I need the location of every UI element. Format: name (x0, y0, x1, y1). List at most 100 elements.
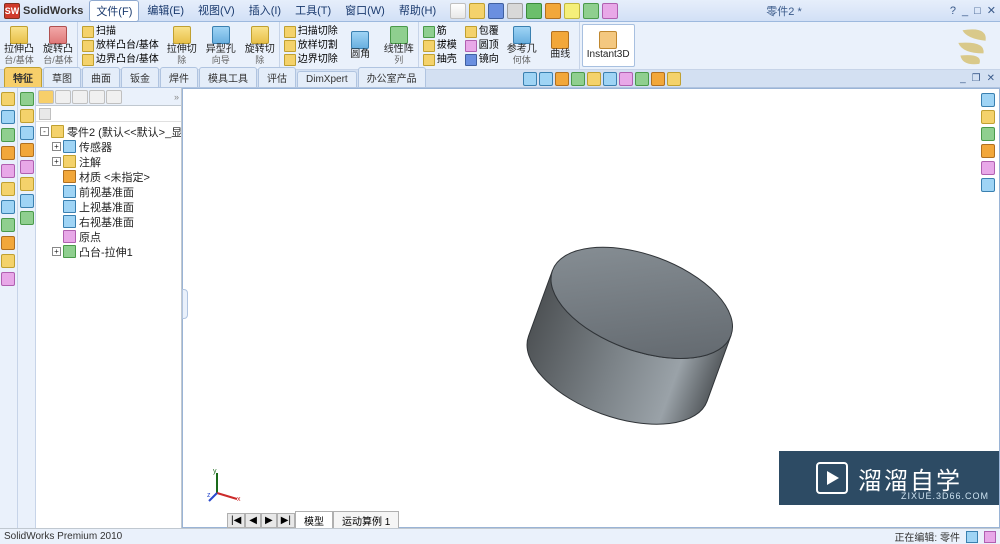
maximize-button[interactable]: □ (974, 5, 981, 17)
print-icon[interactable] (507, 3, 523, 19)
lt-icon-10[interactable] (1, 254, 15, 268)
doc-minimize-button[interactable]: _ (960, 73, 966, 84)
wrap-button[interactable]: 包覆 (463, 25, 501, 39)
tree-annotations[interactable]: +注解 (36, 154, 181, 169)
panel-tab-display-icon[interactable] (106, 90, 122, 104)
menu-help[interactable]: 帮助(H) (393, 0, 442, 22)
tree-top-plane[interactable]: 上视基准面 (36, 199, 181, 214)
tab-nav-next-icon[interactable]: ▶ (261, 513, 277, 528)
panel-tab-property-icon[interactable] (55, 90, 71, 104)
lt-icon-11[interactable] (1, 272, 15, 286)
menu-view[interactable]: 视图(V) (192, 0, 241, 22)
tab-evaluate[interactable]: 评估 (258, 67, 296, 87)
sweep-button[interactable]: 扫描 (80, 25, 161, 39)
lt-icon-4[interactable] (1, 146, 15, 160)
taskpane-resources-icon[interactable] (981, 93, 995, 107)
tree-sensors[interactable]: +传感器 (36, 139, 181, 154)
lt-icon-7[interactable] (1, 200, 15, 214)
open-icon[interactable] (469, 3, 485, 19)
help-icon[interactable]: ? (950, 5, 956, 17)
taskpane-view-palette-icon[interactable] (981, 144, 995, 158)
graphics-viewport[interactable]: _ ❐ ✕ (182, 88, 1000, 528)
tab-weldments[interactable]: 焊件 (160, 67, 198, 87)
tab-moldtools[interactable]: 模具工具 (199, 67, 257, 87)
view-settings-icon[interactable] (667, 72, 681, 86)
tab-surfaces[interactable]: 曲面 (82, 67, 120, 87)
zoom-area-icon[interactable] (539, 72, 553, 86)
tab-sheetmetal[interactable]: 钣金 (121, 67, 159, 87)
lt2-icon-3[interactable] (20, 126, 34, 140)
lt2-icon-6[interactable] (20, 177, 34, 191)
tab-model[interactable]: 模型 (295, 511, 333, 529)
zoom-fit-icon[interactable] (523, 72, 537, 86)
hide-show-icon[interactable] (619, 72, 633, 86)
draft-button[interactable]: 拔模 (421, 39, 459, 53)
tab-features[interactable]: 特征 (4, 67, 42, 87)
tab-nav-prev-icon[interactable]: ◀ (245, 513, 261, 528)
tab-nav-first-icon[interactable]: |◀ (227, 513, 245, 528)
filter-icon[interactable] (39, 108, 51, 120)
extrude-cut-button[interactable]: 拉伸切除 (163, 22, 202, 69)
status-icon-2[interactable] (984, 531, 996, 543)
tree-origin[interactable]: 原点 (36, 229, 181, 244)
lt-icon-3[interactable] (1, 128, 15, 142)
display-style-icon[interactable] (603, 72, 617, 86)
curves-button[interactable]: 曲线 (542, 22, 580, 69)
appearance-icon[interactable] (635, 72, 649, 86)
lt-icon-6[interactable] (1, 182, 15, 196)
undo-icon[interactable] (526, 3, 542, 19)
options-icon[interactable] (602, 3, 618, 19)
lt-icon-2[interactable] (1, 110, 15, 124)
boundary-cut-button[interactable]: 边界切除 (282, 53, 340, 67)
menu-file[interactable]: 文件(F) (89, 0, 139, 22)
save-icon[interactable] (488, 3, 504, 19)
lt2-icon-7[interactable] (20, 194, 34, 208)
tab-office[interactable]: 办公室产品 (358, 67, 426, 87)
fillet-button[interactable]: 圆角 (342, 22, 380, 69)
revolve-boss-button[interactable]: 旋转凸台/基体 (39, 22, 78, 69)
lt2-icon-1[interactable] (20, 92, 34, 106)
section-view-icon[interactable] (571, 72, 585, 86)
lt-icon-8[interactable] (1, 218, 15, 232)
lt2-icon-4[interactable] (20, 143, 34, 157)
prev-view-icon[interactable] (555, 72, 569, 86)
rib-button[interactable]: 筋 (421, 25, 459, 39)
lt-icon-1[interactable] (1, 92, 15, 106)
taskpane-appearances-icon[interactable] (981, 161, 995, 175)
dome-button[interactable]: 圆顶 (463, 39, 501, 53)
taskpane-library-icon[interactable] (981, 110, 995, 124)
loft-cut-button[interactable]: 放样切割 (282, 39, 340, 53)
tab-nav-last-icon[interactable]: ▶| (277, 513, 295, 528)
lt-icon-5[interactable] (1, 164, 15, 178)
sweep-cut-button[interactable]: 扫描切除 (282, 25, 340, 39)
status-icon-1[interactable] (966, 531, 978, 543)
doc-close-button[interactable]: ✕ (987, 73, 995, 84)
linear-pattern-button[interactable]: 线性阵列 (380, 22, 419, 69)
tree-extrude-1[interactable]: +凸台-拉伸1 (36, 244, 181, 259)
taskpane-explorer-icon[interactable] (981, 127, 995, 141)
tab-dimxpert[interactable]: DimXpert (297, 71, 357, 87)
lt2-icon-8[interactable] (20, 211, 34, 225)
menu-insert[interactable]: 插入(I) (243, 0, 287, 22)
boundary-boss-button[interactable]: 边界凸台/基体 (80, 53, 161, 67)
mirror-button[interactable]: 镜向 (463, 53, 501, 67)
hole-wizard-button[interactable]: 异型孔向导 (202, 22, 241, 69)
ref-geom-button[interactable]: 参考几何体 (503, 22, 542, 69)
lt-icon-9[interactable] (1, 236, 15, 250)
view-orientation-icon[interactable] (587, 72, 601, 86)
menu-tools[interactable]: 工具(T) (289, 0, 337, 22)
panel-tab-feature-tree-icon[interactable] (38, 90, 54, 104)
new-icon[interactable] (450, 3, 466, 19)
tree-material[interactable]: 材质 <未指定> (36, 169, 181, 184)
taskpane-properties-icon[interactable] (981, 178, 995, 192)
tree-root[interactable]: -零件2 (默认<<默认>_显示状态 (36, 124, 181, 139)
tab-motion-study[interactable]: 运动算例 1 (333, 511, 399, 529)
tree-front-plane[interactable]: 前视基准面 (36, 184, 181, 199)
minimize-button[interactable]: _ (962, 5, 968, 17)
doc-restore-button[interactable]: ❐ (972, 73, 981, 84)
scene-icon[interactable] (651, 72, 665, 86)
panel-tab-config-icon[interactable] (72, 90, 88, 104)
instant3d-button[interactable]: Instant3D (582, 24, 635, 67)
panel-collapse-icon[interactable]: » (174, 92, 179, 102)
panel-tab-dimxpert-icon[interactable] (89, 90, 105, 104)
